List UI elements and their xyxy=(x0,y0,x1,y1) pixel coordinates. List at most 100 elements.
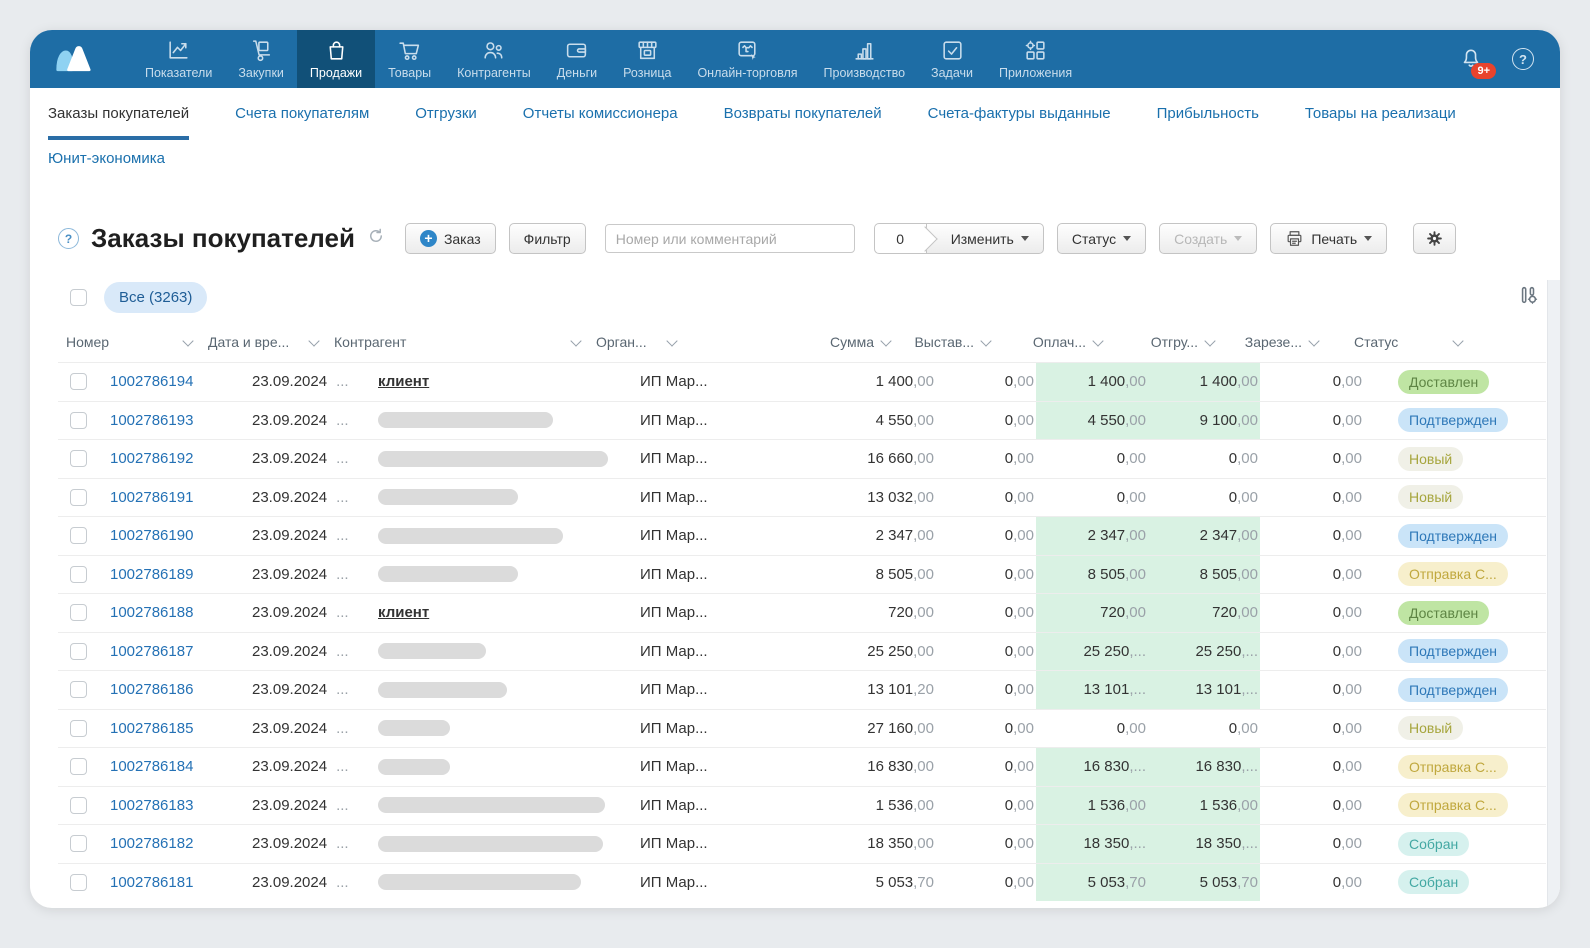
row-checkbox[interactable] xyxy=(70,566,87,583)
row-checkbox[interactable] xyxy=(70,681,87,698)
sort-chevron-icon[interactable] xyxy=(1308,335,1319,346)
order-number-link[interactable]: 1002786182 xyxy=(102,835,193,852)
order-number-link[interactable]: 1002786191 xyxy=(102,489,193,506)
nav-item-cart[interactable]: Товары xyxy=(375,30,444,88)
order-number-link[interactable]: 1002786189 xyxy=(102,566,193,583)
table-row[interactable]: 1002786194 23.09.2024... клиент ИП Мар..… xyxy=(58,362,1546,401)
counterparty-link[interactable]: клиент xyxy=(378,604,429,621)
table-settings-button[interactable] xyxy=(1413,223,1456,254)
row-checkbox[interactable] xyxy=(70,643,87,660)
change-button[interactable]: Изменить xyxy=(926,223,1044,254)
table-row[interactable]: 1002786192 23.09.2024... ИП Мар... 16 66… xyxy=(58,439,1546,478)
sort-chevron-icon[interactable] xyxy=(980,335,991,346)
column-header-ship[interactable]: Отгру... xyxy=(1104,334,1216,350)
tab-0[interactable]: Заказы покупателей xyxy=(48,105,189,140)
nav-item-wallet[interactable]: Деньги xyxy=(544,30,610,88)
tab-2[interactable]: Отгрузки xyxy=(415,105,477,140)
nav-item-task-check[interactable]: Задачи xyxy=(918,30,986,88)
filter-button[interactable]: Фильтр xyxy=(509,223,586,254)
page-help-icon[interactable]: ? xyxy=(58,228,79,249)
tab-1[interactable]: Счета покупателям xyxy=(235,105,369,140)
help-button[interactable]: ? xyxy=(1512,48,1534,70)
refresh-icon[interactable] xyxy=(367,227,385,250)
order-number-link[interactable]: 1002786192 xyxy=(102,450,193,467)
row-checkbox[interactable] xyxy=(70,835,87,852)
app-logo-icon[interactable] xyxy=(44,30,102,88)
order-number-link[interactable]: 1002786190 xyxy=(102,527,193,544)
table-row[interactable]: 1002786183 23.09.2024... ИП Мар... 1 536… xyxy=(58,786,1546,825)
column-header-org[interactable]: Орган... xyxy=(596,334,692,350)
notifications-button[interactable]: 9+ xyxy=(1458,44,1484,75)
order-number-link[interactable]: 1002786188 xyxy=(102,604,193,621)
select-all-checkbox[interactable] xyxy=(70,289,87,306)
table-row[interactable]: 1002786185 23.09.2024... ИП Мар... 27 16… xyxy=(58,709,1546,748)
select-all-badge[interactable]: Все (3263) xyxy=(104,282,207,313)
order-number-link[interactable]: 1002786186 xyxy=(102,681,193,698)
nav-item-apps-grid[interactable]: Приложения xyxy=(986,30,1085,88)
tab-6[interactable]: Прибыльность xyxy=(1157,105,1259,140)
vertical-scrollbar[interactable] xyxy=(1547,280,1560,908)
order-number-link[interactable]: 1002786193 xyxy=(102,412,193,429)
table-row[interactable]: 1002786193 23.09.2024... ИП Мар... 4 550… xyxy=(58,401,1546,440)
nav-item-hand-truck[interactable]: Закупки xyxy=(225,30,297,88)
table-row[interactable]: 1002786187 23.09.2024... ИП Мар... 25 25… xyxy=(58,632,1546,671)
order-number-link[interactable]: 1002786194 xyxy=(102,373,193,390)
row-checkbox[interactable] xyxy=(70,373,87,390)
tab-4[interactable]: Возвраты покупателей xyxy=(724,105,882,140)
row-checkbox[interactable] xyxy=(70,450,87,467)
row-checkbox[interactable] xyxy=(70,527,87,544)
tab-row2-0[interactable]: Юнит-экономика xyxy=(48,150,165,171)
sort-chevron-icon[interactable] xyxy=(570,335,581,346)
print-button[interactable]: Печать xyxy=(1270,223,1387,254)
column-header-sum[interactable]: Сумма xyxy=(692,334,892,350)
column-header-num[interactable]: Номер xyxy=(58,334,208,350)
sort-chevron-icon[interactable] xyxy=(1092,335,1103,346)
nav-item-storefront[interactable]: Розница xyxy=(610,30,684,88)
column-header-contra[interactable]: Контрагент xyxy=(334,334,596,350)
sort-chevron-icon[interactable] xyxy=(880,335,891,346)
table-row[interactable]: 1002786188 23.09.2024... клиент ИП Мар..… xyxy=(58,593,1546,632)
create-order-button[interactable]: Заказ xyxy=(405,223,496,254)
table-row[interactable]: 1002786184 23.09.2024... ИП Мар... 16 83… xyxy=(58,747,1546,786)
nav-item-shopping-bag[interactable]: Продажи xyxy=(297,30,375,88)
column-header-inv[interactable]: Выстав... xyxy=(892,334,992,350)
order-number-link[interactable]: 1002786185 xyxy=(102,720,193,737)
row-checkbox[interactable] xyxy=(70,720,87,737)
column-settings-icon[interactable] xyxy=(1518,284,1540,311)
nav-item-online-store[interactable]: Онлайн-торговля xyxy=(684,30,810,88)
table-row[interactable]: 1002786191 23.09.2024... ИП Мар... 13 03… xyxy=(58,478,1546,517)
row-checkbox[interactable] xyxy=(70,758,87,775)
sort-chevron-icon[interactable] xyxy=(666,335,677,346)
row-checkbox[interactable] xyxy=(70,489,87,506)
tab-7[interactable]: Товары на реализаци xyxy=(1305,105,1456,140)
order-number-link[interactable]: 1002786184 xyxy=(102,758,193,775)
table-row[interactable]: 1002786182 23.09.2024... ИП Мар... 18 35… xyxy=(58,824,1546,863)
row-checkbox[interactable] xyxy=(70,604,87,621)
nav-item-chart-line[interactable]: Показатели xyxy=(132,30,225,88)
column-header-status[interactable]: Статус xyxy=(1320,334,1478,350)
sort-chevron-icon[interactable] xyxy=(182,335,193,346)
table-row[interactable]: 1002786189 23.09.2024... ИП Мар... 8 505… xyxy=(58,555,1546,594)
row-checkbox[interactable] xyxy=(70,874,87,891)
column-header-date[interactable]: Дата и вре... xyxy=(208,334,334,350)
column-header-paid[interactable]: Оплач... xyxy=(992,334,1104,350)
order-number-link[interactable]: 1002786183 xyxy=(102,797,193,814)
counterparty-link[interactable]: клиент xyxy=(378,373,429,390)
tab-5[interactable]: Счета-фактуры выданные xyxy=(928,105,1111,140)
table-row[interactable]: 1002786186 23.09.2024... ИП Мар... 13 10… xyxy=(58,670,1546,709)
order-number-link[interactable]: 1002786181 xyxy=(102,874,193,891)
column-header-res[interactable]: Зарезе... xyxy=(1216,334,1320,350)
table-row[interactable]: 1002786190 23.09.2024... ИП Мар... 2 347… xyxy=(58,516,1546,555)
nav-item-people[interactable]: Контрагенты xyxy=(444,30,544,88)
row-checkbox[interactable] xyxy=(70,412,87,429)
status-button[interactable]: Статус xyxy=(1057,223,1146,254)
search-input[interactable] xyxy=(605,224,855,253)
nav-item-bar-chart[interactable]: Производство xyxy=(811,30,919,88)
sort-chevron-icon[interactable] xyxy=(1452,335,1463,346)
order-number-link[interactable]: 1002786187 xyxy=(102,643,193,660)
row-checkbox[interactable] xyxy=(70,797,87,814)
tab-3[interactable]: Отчеты комиссионера xyxy=(523,105,678,140)
table-row[interactable]: 1002786181 23.09.2024... ИП Мар... 5 053… xyxy=(58,863,1546,902)
sort-chevron-icon[interactable] xyxy=(1204,335,1215,346)
sort-chevron-icon[interactable] xyxy=(308,335,319,346)
